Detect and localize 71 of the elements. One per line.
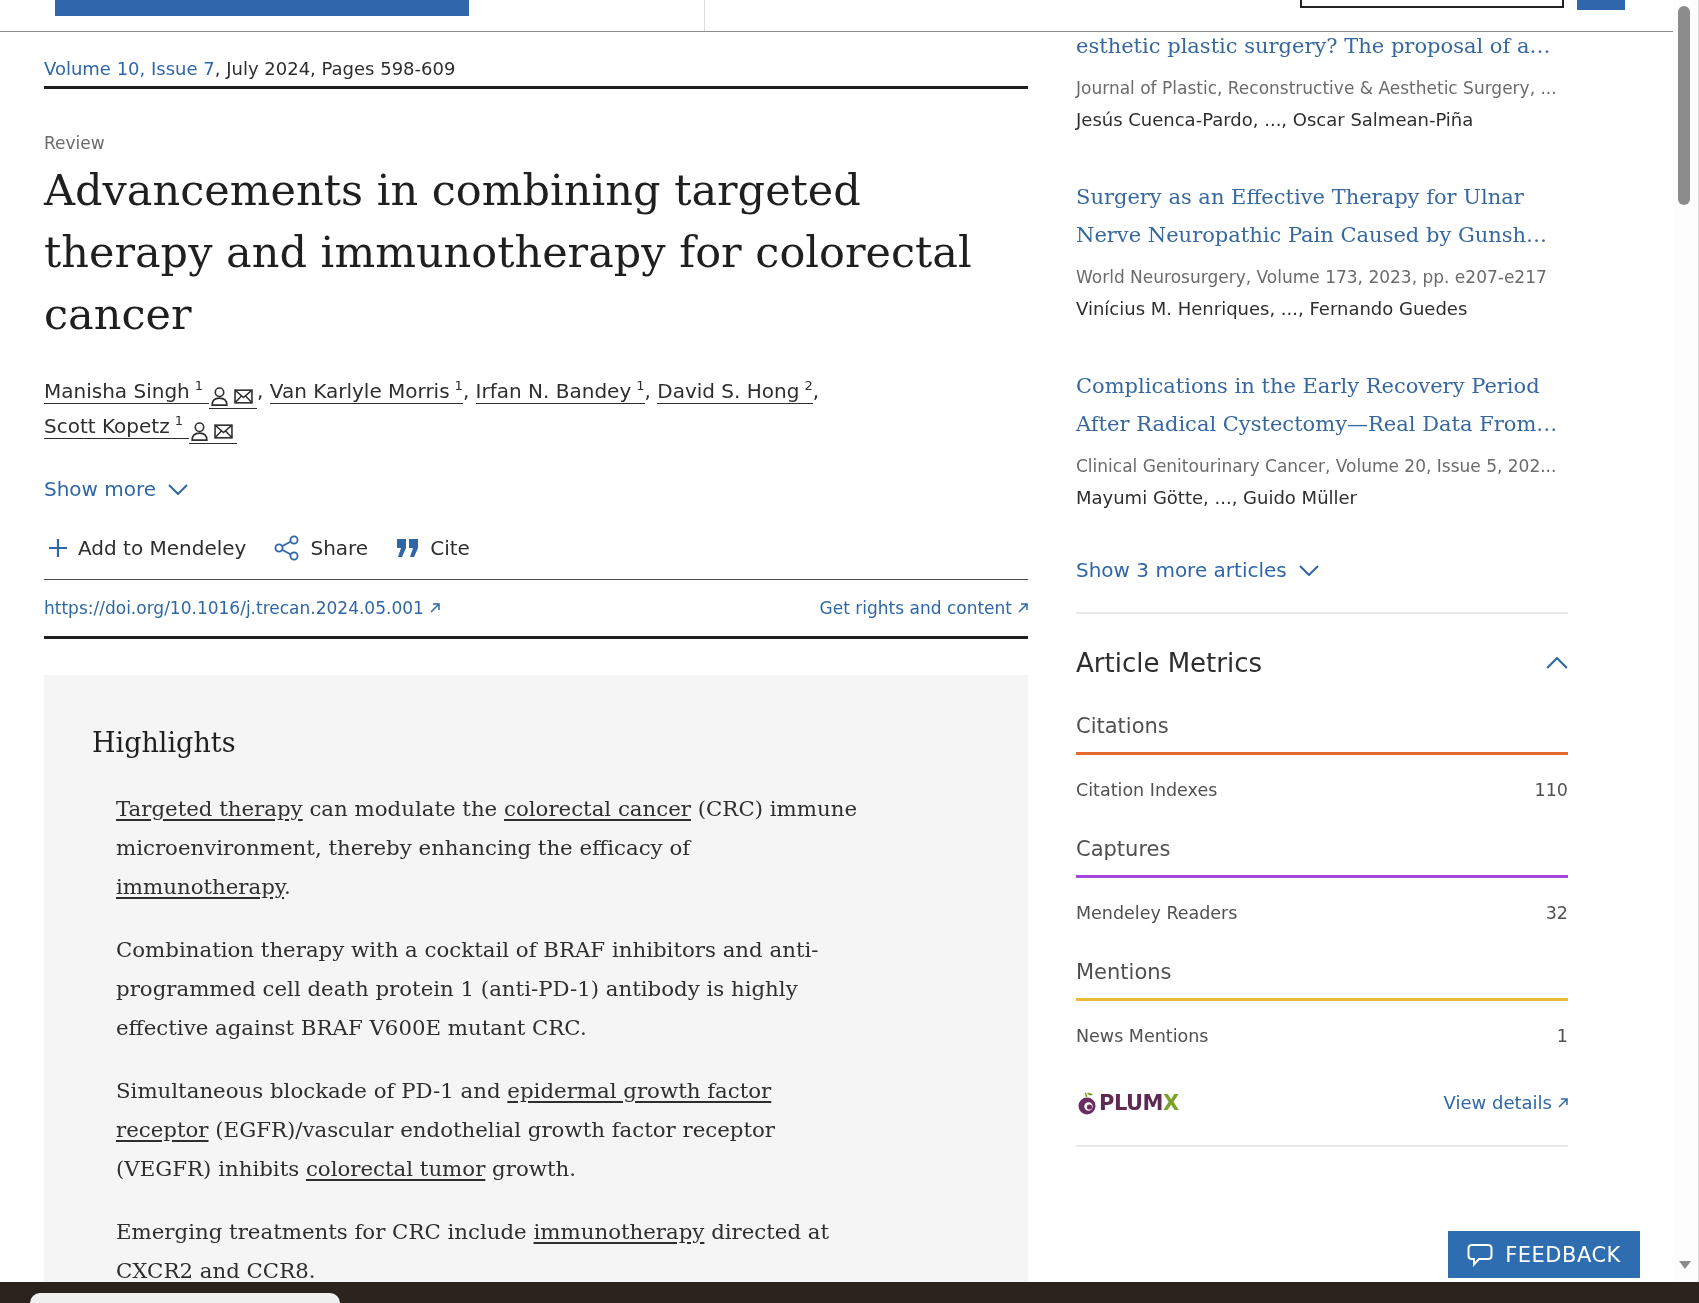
term-link[interactable]: immunotherapy bbox=[116, 874, 285, 899]
highlight-text: Emerging treatments for CRC include immunotherapy directed at CXCR2 and CCR8. bbox=[116, 1218, 831, 1282]
metric-label: News Mentions bbox=[1076, 1025, 1209, 1048]
section-heading: Article Metrics bbox=[1076, 647, 1263, 680]
author-link[interactable]: Scott Kopetz $^{1}$ bbox=[44, 414, 189, 439]
header-button[interactable] bbox=[55, 0, 469, 16]
article-title-link[interactable]: Complications in the Early Recovery Period After Radical Cystectomy—Real Data From… bbox=[1076, 367, 1568, 443]
category-heading: Mentions bbox=[1076, 959, 1172, 986]
term-link[interactable]: immunotherapy bbox=[533, 1219, 705, 1244]
term-link[interactable]: receptor bbox=[116, 1117, 209, 1142]
author-separator: , bbox=[257, 378, 264, 405]
category-heading: Citations bbox=[1076, 713, 1169, 740]
author-list: Vinícius M. Henriques, ..., Fernando Guedes bbox=[1076, 296, 1568, 322]
share-icon bbox=[274, 535, 301, 561]
term-link[interactable]: colorectal tumor bbox=[305, 1156, 486, 1181]
taskbar-pill[interactable] bbox=[30, 1293, 340, 1303]
author-separator: , bbox=[462, 378, 470, 405]
quote-icon bbox=[396, 538, 421, 558]
chevron-down-icon bbox=[168, 483, 189, 495]
metric-value: 32 bbox=[1545, 902, 1568, 925]
highlight-text: Targeted therapy can modulate the colorectal cancer (CRC) immune microenvironment, thereby enhancing the efficacy of immunotherapy. bbox=[116, 795, 858, 901]
chat-bubble-icon bbox=[1467, 1242, 1494, 1267]
external-link-icon bbox=[429, 603, 440, 613]
term-link[interactable]: colorectal cancer bbox=[504, 796, 691, 821]
search-button[interactable] bbox=[1577, 0, 1625, 10]
author-link[interactable]: David S. Hong $^{2}$ bbox=[657, 379, 813, 404]
journal-info: Journal of Plastic, Reconstructive & Aesthetic Surgery, ... bbox=[1076, 77, 1558, 100]
author-separator: , bbox=[644, 378, 651, 405]
article-title-link[interactable]: Surgery as an Effective Therapy for Ulnar Nerve Neuropathic Pain Caused by Gunsh… bbox=[1076, 178, 1568, 254]
external-link-icon bbox=[1018, 603, 1028, 613]
term-link[interactable]: Targeted therapy bbox=[116, 796, 303, 821]
author-link[interactable]: Van Karlyle Morris $^{1}$ bbox=[269, 379, 463, 404]
author-link[interactable]: Manisha Singh $^{1}$ bbox=[44, 379, 210, 404]
doi-link[interactable]: https://doi.org/10.1016/j.trecan.2024.05.001 bbox=[44, 595, 440, 621]
author-list: Mayumi Götte, ..., Guido Müller bbox=[1076, 485, 1568, 511]
category-heading: Captures bbox=[1076, 836, 1171, 863]
journal-info: World Neurosurgery, Volume 173, 2023, pp. e207-e217 bbox=[1076, 266, 1548, 289]
metric-value: 1 bbox=[1556, 1025, 1568, 1048]
highlight-text: Simultaneous blockade of PD-1 and epidermal growth factor receptor (EGFR)/vascular endothelial growth factor receptor (VEGFR) inhibits colorectal tumor growth. bbox=[116, 1077, 776, 1183]
show-more-button[interactable]: Show more bbox=[44, 475, 189, 503]
author-list: Jesús Cuenca-Pardo, ..., Oscar Salmean-Piña bbox=[1076, 107, 1568, 133]
chevron-down-icon bbox=[1298, 564, 1319, 576]
citation-line: Volume 10, Issue 7, July 2024, Pages 598-609 bbox=[44, 57, 456, 81]
journal-info: Clinical Genitourinary Cancer, Volume 20, Issue 5, 202... bbox=[1076, 455, 1558, 478]
chevron-up-icon[interactable] bbox=[1546, 657, 1568, 669]
add-button[interactable]: Add to Mendeley bbox=[44, 530, 247, 566]
article-title-link[interactable]: esthetic plastic surgery? The proposal of a… bbox=[1076, 32, 1568, 60]
share-button[interactable]: Share bbox=[270, 530, 369, 566]
metric-value: 110 bbox=[1534, 779, 1568, 802]
feedback-button[interactable]: FEEDBACK bbox=[1448, 1231, 1640, 1278]
logo-text: PLUMX bbox=[1099, 1091, 1179, 1115]
article-type-label: Review bbox=[44, 132, 105, 155]
scroll-down-arrow-icon[interactable] bbox=[1679, 1261, 1691, 1269]
issue-link[interactable]: Volume 10, Issue 7 bbox=[44, 58, 215, 79]
author-link[interactable]: Irfan N. Bandey $^{1}$ bbox=[475, 379, 645, 404]
show-more-button[interactable]: Show 3 more articles bbox=[1076, 556, 1319, 584]
view-details-link[interactable]: View details bbox=[1443, 1090, 1568, 1116]
plum-icon bbox=[1076, 1091, 1098, 1115]
highlight-text: Combination therapy with a cocktail of BRAF inhibitors and anti-programmed cell death protein 1 (anti-PD-1) antibody is highly effective against BRAF V600E mutant CRC. bbox=[116, 936, 820, 1042]
plus-icon bbox=[48, 538, 68, 558]
section-heading: Highlights bbox=[92, 726, 236, 760]
author-separator: , bbox=[812, 378, 820, 405]
scrollbar-thumb[interactable] bbox=[1678, 6, 1690, 205]
term-link[interactable]: epidermal growth factor bbox=[507, 1078, 772, 1103]
metric-label: Citation Indexes bbox=[1076, 779, 1218, 802]
rights-link[interactable]: Get rights and content bbox=[819, 595, 1028, 621]
metric-label: Mendeley Readers bbox=[1076, 902, 1238, 925]
cite-button[interactable]: Cite bbox=[392, 530, 470, 566]
article-title: Advancements in combining targeted therapy and immunotherapy for colorectal cancer bbox=[44, 164, 973, 341]
search-field[interactable] bbox=[1300, 0, 1564, 8]
external-link-icon bbox=[1558, 1098, 1568, 1108]
